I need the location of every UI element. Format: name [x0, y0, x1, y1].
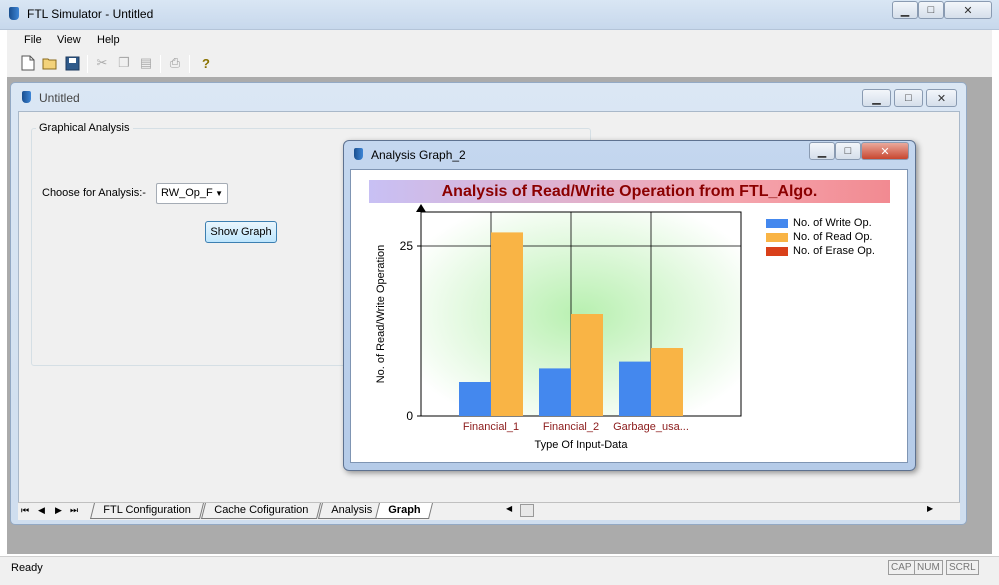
tab-cache-configuration[interactable]: Cache Cofiguration [201, 503, 322, 519]
child-maximize-icon[interactable]: □ [894, 89, 923, 107]
scrl-indicator: SCRL [946, 560, 979, 575]
scroll-thumb[interactable] [520, 504, 534, 517]
x-axis-label: Type Of Input-Data [535, 439, 629, 451]
legend-write: No. of Write Op. [766, 217, 872, 229]
child-window-title: Untitled [39, 91, 80, 105]
analysis-minimize-icon[interactable]: ▁ [809, 142, 835, 160]
toolbar-separator [87, 55, 88, 73]
copy-icon[interactable]: ❐ [116, 55, 132, 71]
tab-graph[interactable]: Graph [375, 503, 434, 519]
open-folder-icon[interactable] [42, 55, 58, 71]
axis-arrow-icon [416, 204, 426, 212]
num-indicator: NUM [914, 560, 943, 575]
status-text: Ready [11, 562, 43, 574]
y-axis-label: No. of Read/Write Operation [375, 245, 387, 384]
analysis-close-icon[interactable]: ✕ [861, 142, 909, 160]
last-tab-icon[interactable]: ⏭ [70, 505, 78, 516]
chevron-down-icon: ▼ [215, 189, 223, 198]
toolbar [7, 51, 992, 77]
child-window-icon [22, 91, 31, 103]
menu-help[interactable]: Help [97, 34, 120, 46]
close-icon[interactable]: ✕ [944, 1, 992, 19]
y-tick-label: 25 [400, 239, 414, 253]
bar-1-2 [651, 348, 683, 416]
analysis-select[interactable]: RW_Op_F ▼ [156, 183, 228, 204]
cap-indicator: CAP [888, 560, 915, 575]
bar-1-1 [571, 314, 603, 416]
app-icon [9, 7, 19, 20]
print-icon[interactable]: ⎙ [167, 55, 183, 71]
main-window-title: FTL Simulator - Untitled [27, 7, 154, 21]
horizontal-scrollbar[interactable]: ◀ ▶ [500, 503, 940, 519]
legend-swatch-read [766, 232, 788, 242]
cut-icon[interactable]: ✂ [94, 55, 110, 71]
first-tab-icon[interactable]: ⏮ [21, 505, 29, 516]
legend-swatch-write [766, 218, 788, 228]
child-close-icon[interactable]: ✕ [926, 89, 957, 107]
chart-svg: 0 25 Financial_1 Financial_2 Garbage_usa...… [375, 204, 742, 451]
save-icon[interactable] [64, 55, 80, 71]
group-label: Graphical Analysis [36, 122, 133, 134]
help-icon[interactable]: ? [198, 55, 214, 71]
bar-0-1 [539, 368, 571, 416]
prev-tab-icon[interactable]: ◀ [38, 505, 45, 516]
legend-read: No. of Read Op. [766, 231, 873, 243]
child-minimize-icon[interactable]: ▁ [862, 89, 891, 107]
maximize-icon[interactable]: □ [918, 1, 944, 19]
minimize-icon[interactable]: ▁ [892, 1, 918, 19]
analysis-window-title: Analysis Graph_2 [371, 148, 466, 162]
bar-0-2 [619, 361, 651, 416]
scroll-left-icon[interactable]: ◀ [506, 504, 512, 513]
paste-icon[interactable]: ▤ [138, 55, 154, 71]
menu-bar [7, 30, 992, 51]
legend-swatch-erase [766, 246, 788, 256]
toolbar-separator [189, 55, 190, 73]
x-tick-label: Financial_2 [543, 421, 599, 433]
analysis-maximize-icon[interactable]: □ [835, 142, 861, 160]
y-tick-label: 0 [406, 409, 413, 423]
bar-0-0 [459, 382, 491, 416]
menu-file[interactable]: File [24, 34, 42, 46]
menu-view[interactable]: View [57, 34, 81, 46]
show-graph-button[interactable]: Show Graph [205, 221, 277, 243]
toolbar-separator [160, 55, 161, 73]
choose-analysis-label: Choose for Analysis:- [42, 187, 146, 199]
x-tick-label: Financial_1 [463, 421, 519, 433]
scroll-right-icon[interactable]: ▶ [927, 504, 933, 513]
x-tick-label: Garbage_usa... [613, 421, 689, 433]
analysis-window-icon [354, 148, 363, 160]
legend-erase: No. of Erase Op. [766, 245, 875, 257]
next-tab-icon[interactable]: ▶ [55, 505, 62, 516]
status-bar [0, 556, 999, 585]
analysis-select-value: RW_Op_F [161, 187, 213, 199]
new-file-icon[interactable] [20, 55, 36, 71]
bar-1-0 [491, 232, 523, 416]
tab-ftl-configuration[interactable]: FTL Configuration [90, 503, 204, 519]
